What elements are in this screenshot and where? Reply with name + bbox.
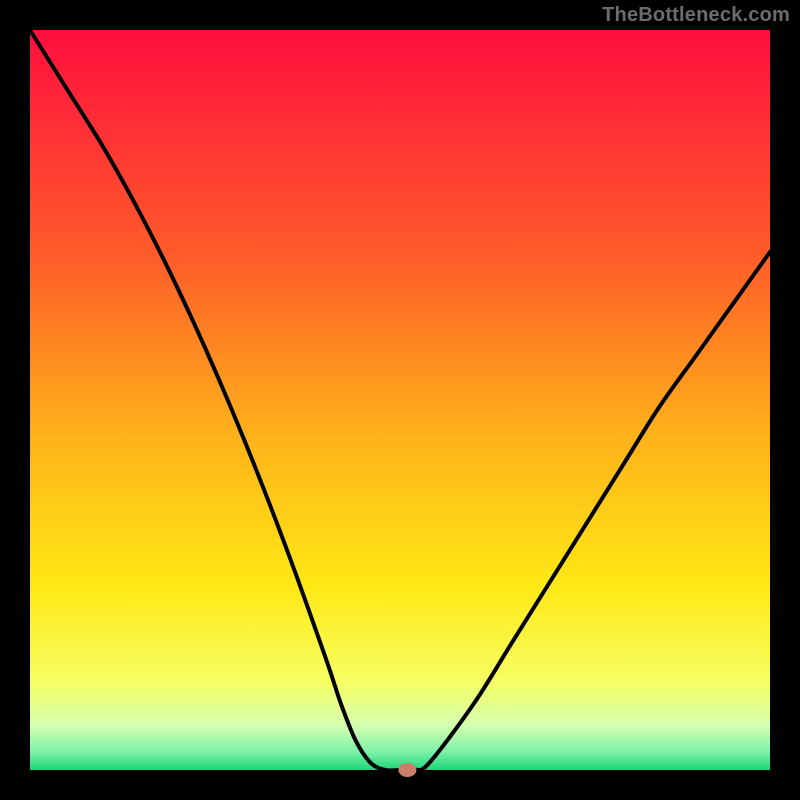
attribution-text: TheBottleneck.com: [602, 4, 790, 27]
chart-container: TheBottleneck.com: [0, 0, 800, 800]
bottleneck-curve-plot: [0, 0, 800, 800]
optimum-marker: [398, 763, 416, 777]
plot-background: [30, 30, 770, 770]
